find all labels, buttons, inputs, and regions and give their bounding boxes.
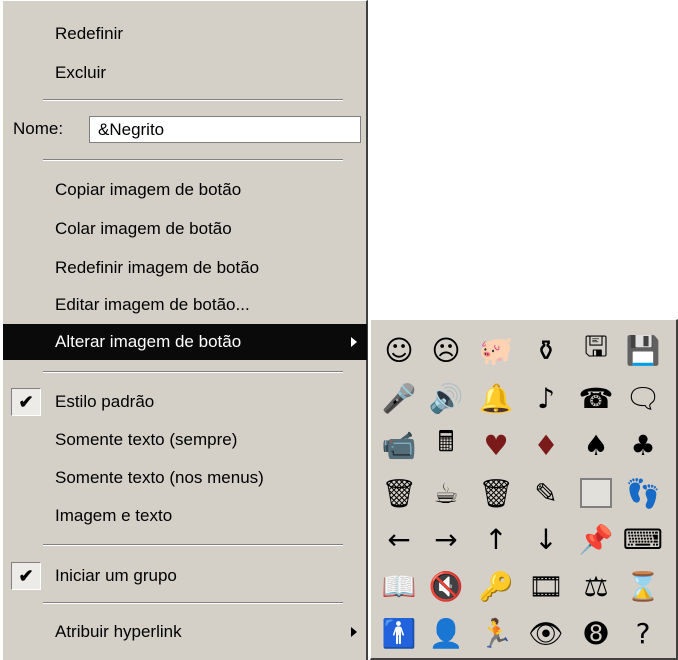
begin-group-label: Iniciar um grupo [55, 566, 177, 585]
menu-separator [43, 99, 343, 101]
change-button-image-menu-item[interactable]: Alterar imagem de botão [3, 324, 367, 360]
wastebasket-icon[interactable]: 🗑 [476, 473, 516, 513]
pushpin-icon[interactable]: 📌 [576, 519, 616, 559]
button-image-palette: ☺ ☹ 🐖 ⚱ 🖫 💾 🎤 🔊 🔔 ♪ ☎ 🗨 📹 🖩 ♥ ♦ ♠ ♣ 🗑 ☕ 🗑 ✎ 👣 ← → ↑ ↓ 📌 ⌨ 📖 🔇 🔑 🎞 ⚖ ⌛ 🚹 👤 🏃 👁 ➑… [370, 319, 678, 660]
scales-icon[interactable]: ⚖ [576, 566, 616, 606]
copy-button-image-menu-item[interactable]: Copiar imagem de botão [3, 172, 367, 208]
begin-group-menu-item[interactable]: ✔ Iniciar um grupo [3, 558, 367, 594]
change-image-label: Alterar imagem de botão [55, 332, 242, 351]
arrow-left-icon[interactable]: ← [379, 519, 419, 559]
trash-can-lid-icon[interactable]: 🗑 [379, 473, 419, 513]
eye-icon[interactable]: 👁 [526, 613, 566, 653]
music-note-icon[interactable]: ♪ [526, 378, 566, 418]
paste-image-label: Colar imagem de botão [55, 219, 232, 238]
text-only-always-menu-item[interactable]: Somente texto (sempre) [3, 422, 367, 458]
smiley-icon[interactable]: ☺ [379, 330, 419, 370]
name-label: Nome: [13, 119, 64, 138]
submenu-arrow-icon [351, 627, 357, 637]
person-icon[interactable]: 🚹 [379, 613, 419, 653]
keyboard-icon[interactable]: ⌨ [623, 519, 663, 559]
arrow-right-icon[interactable]: → [426, 519, 466, 559]
video-camera-icon[interactable]: 📹 [379, 425, 419, 465]
paste-button-image-menu-item[interactable]: Colar imagem de botão [3, 211, 367, 247]
film-reel-icon[interactable]: 🎞 [526, 566, 566, 606]
spade-icon[interactable]: ♠ [576, 425, 616, 465]
reset-menu-item[interactable]: Redefinir [3, 16, 367, 52]
default-style-menu-item[interactable]: ✔ Estilo padrão [3, 384, 367, 420]
assign-hyperlink-label: Atribuir hyperlink [55, 622, 182, 641]
sound-mute-icon[interactable]: 🔇 [426, 566, 466, 606]
question-mark-icon[interactable]: ? [623, 613, 663, 653]
key-icon[interactable]: 🔑 [476, 566, 516, 606]
assign-hyperlink-menu-item[interactable]: Atribuir hyperlink [3, 614, 367, 650]
book-icon[interactable]: 📖 [379, 566, 419, 606]
club-icon[interactable]: ♣ [623, 425, 663, 465]
frown-icon[interactable]: ☹ [426, 330, 466, 370]
menu-separator [43, 371, 343, 373]
diamond-icon[interactable]: ♦ [526, 425, 566, 465]
name-row: Nome: [3, 111, 367, 147]
speaker-icon[interactable]: 🔊 [426, 378, 466, 418]
speech-bubble-icon[interactable]: 🗨 [623, 378, 663, 418]
save-disk-edit-icon[interactable]: 🖫 [576, 330, 616, 370]
text-only-menus-menu-item[interactable]: Somente texto (nos menus) [3, 460, 367, 496]
eight-ball-icon[interactable]: ➑ [576, 613, 616, 653]
checkmark-icon: ✔ [11, 388, 41, 416]
arrow-up-icon[interactable]: ↑ [476, 519, 516, 559]
menu-separator [43, 602, 343, 604]
image-and-text-menu-item[interactable]: Imagem e texto [3, 498, 367, 534]
mug-icon[interactable]: ☕ [426, 473, 466, 513]
microphone-icon[interactable]: 🎤 [379, 378, 419, 418]
reset-image-label: Redefinir imagem de botão [55, 258, 260, 277]
hourglass-icon[interactable]: ⌛ [623, 566, 663, 606]
footprints-icon[interactable]: 👣 [623, 473, 663, 513]
checkmark-icon: ✔ [11, 562, 41, 590]
image-and-text-label: Imagem e texto [55, 506, 173, 525]
menu-separator [43, 159, 343, 161]
save-disk-icon[interactable]: 💾 [623, 330, 663, 370]
button-context-menu: Redefinir Excluir Nome: Copiar imagem de… [2, 0, 368, 660]
delete-label: Excluir [55, 63, 107, 82]
text-only-menus-label: Somente texto (nos menus) [55, 468, 264, 487]
default-style-label: Estilo padrão [55, 392, 155, 411]
pencil-icon[interactable]: ✎ [526, 473, 566, 513]
heart-icon[interactable]: ♥ [476, 425, 516, 465]
edit-image-label: Editar imagem de botão... [55, 295, 250, 314]
menu-separator [43, 544, 343, 546]
bottle-icon[interactable]: ⚱ [526, 330, 566, 370]
text-only-always-label: Somente texto (sempre) [55, 430, 238, 449]
piggy-bank-icon[interactable]: 🐖 [476, 330, 516, 370]
reset-button-image-menu-item[interactable]: Redefinir imagem de botão [3, 250, 367, 286]
head-icon[interactable]: 👤 [426, 613, 466, 653]
blank-square-icon[interactable] [576, 473, 616, 513]
telephone-icon[interactable]: ☎ [576, 378, 616, 418]
arrow-down-icon[interactable]: ↓ [526, 519, 566, 559]
reset-label: Redefinir [55, 24, 124, 43]
delete-menu-item[interactable]: Excluir [3, 55, 367, 91]
calculator-icon[interactable]: 🖩 [426, 425, 466, 465]
name-input[interactable] [89, 116, 361, 143]
submenu-arrow-icon [351, 337, 357, 347]
copy-image-label: Copiar imagem de botão [55, 180, 242, 199]
running-icon[interactable]: 🏃 [476, 613, 516, 653]
edit-button-image-menu-item[interactable]: Editar imagem de botão... [3, 287, 367, 323]
bell-icon[interactable]: 🔔 [476, 378, 516, 418]
